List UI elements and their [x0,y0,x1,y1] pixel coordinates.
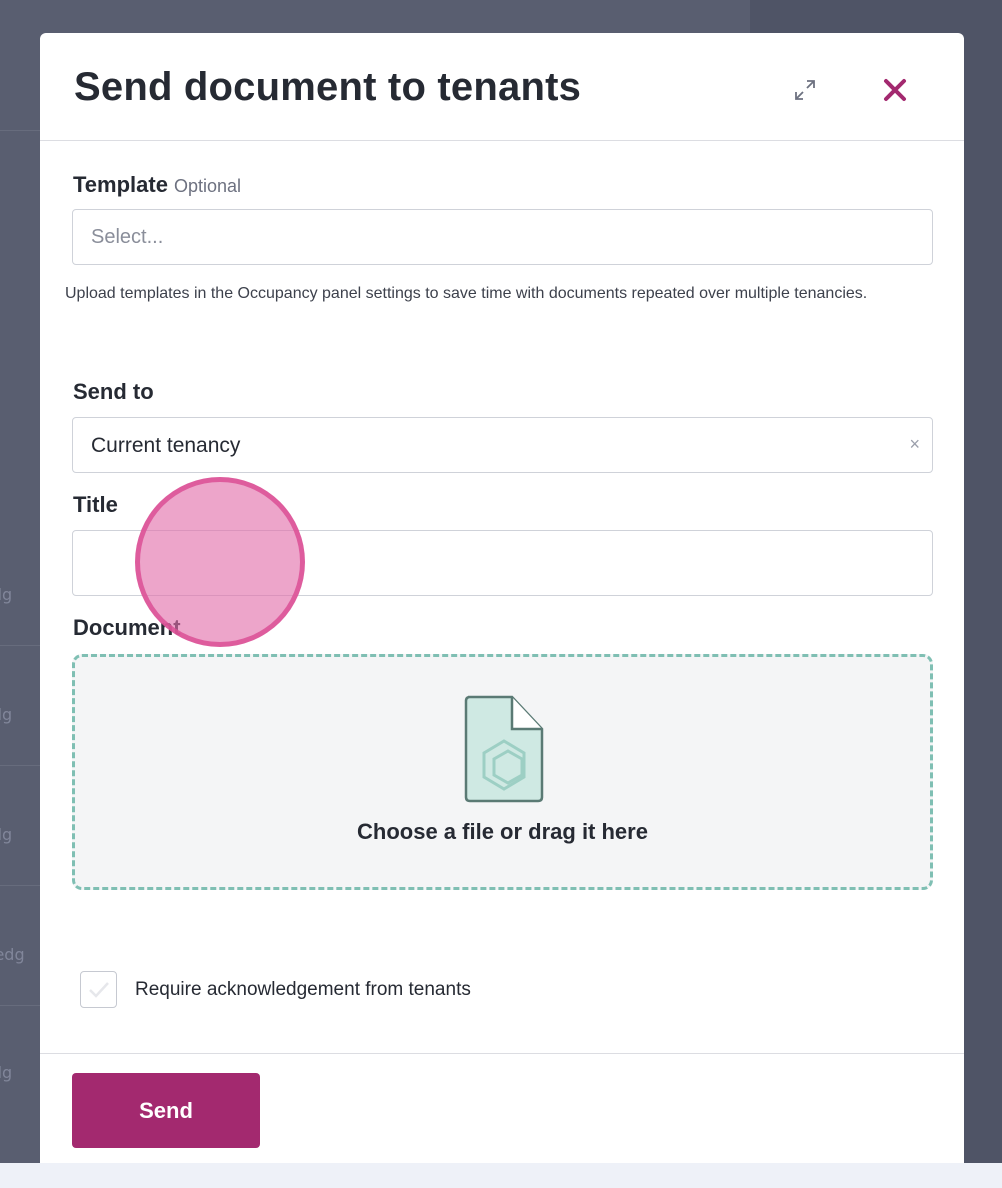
template-label-text: Template [73,172,168,197]
footer-divider [40,1053,964,1054]
modal-header: Send document to tenants [40,33,964,141]
optional-tag: Optional [173,176,241,196]
expand-icon [795,80,815,100]
send-to-value: Current tenancy [91,434,241,457]
expand-button[interactable] [788,73,822,107]
check-icon [89,982,109,998]
close-icon [884,79,906,101]
clear-selection-icon[interactable]: × [909,434,920,455]
title-input[interactable] [72,530,933,596]
background-row-text: edg [0,585,13,604]
modal-title: Send document to tenants [74,65,582,109]
template-label: Template Optional [73,172,241,198]
template-select-placeholder: Select... [91,226,164,248]
title-label: Title [73,492,118,517]
document-label: Document [73,615,181,640]
document-dropzone[interactable]: Choose a file or drag it here [72,654,933,890]
template-select[interactable]: Select... [72,209,933,265]
file-icon [464,695,544,803]
send-document-modal: Send document to tenants Template Optiona… [40,33,964,1163]
close-button[interactable] [876,71,914,109]
acknowledgement-label: Require acknowledgement from tenants [135,979,471,1000]
background-row-text: edg [0,825,13,844]
dropzone-text: Choose a file or drag it here [357,819,648,844]
send-button[interactable]: Send [72,1073,260,1148]
background-row-text: edg [0,705,13,724]
background-row-text: edg [0,1063,13,1082]
send-to-select[interactable]: Current tenancy × [72,417,933,473]
acknowledgement-checkbox[interactable] [80,971,117,1008]
page-bottom-strip [0,1163,1002,1188]
send-to-label: Send to [73,379,154,404]
template-help-text: Upload templates in the Occupancy panel … [65,285,868,302]
